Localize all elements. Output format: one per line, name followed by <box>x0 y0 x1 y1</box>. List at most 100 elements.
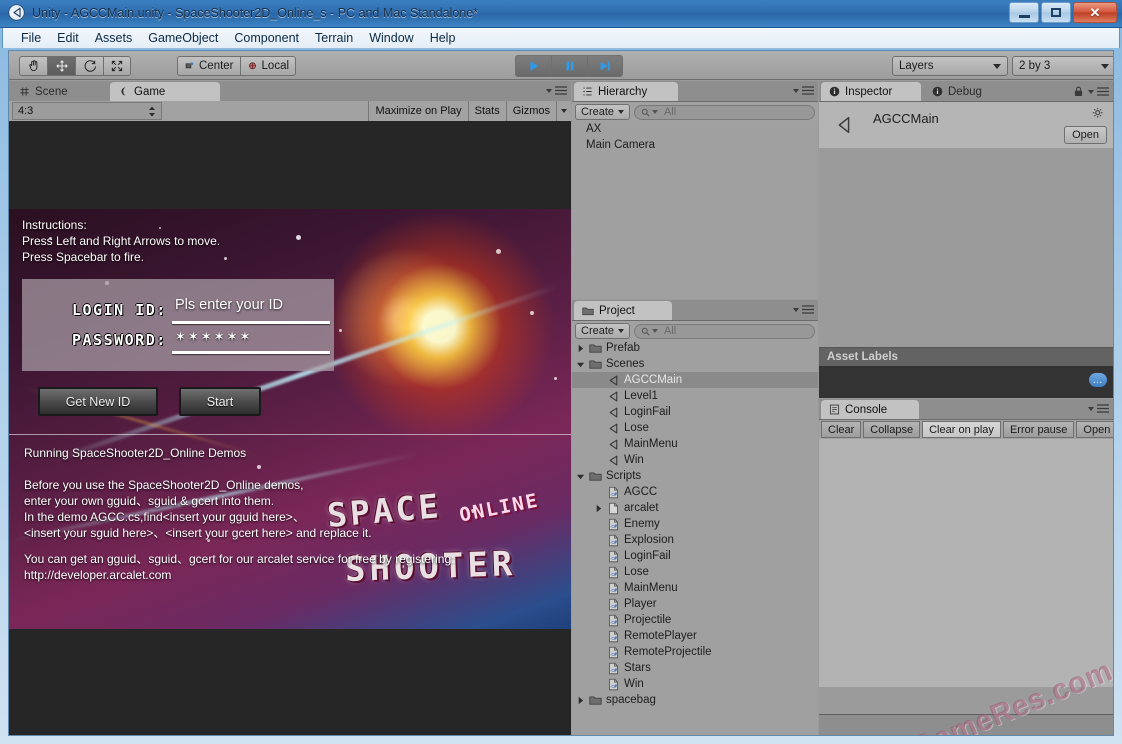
maximize-button[interactable] <box>1041 2 1071 23</box>
chevron-right-icon[interactable] <box>594 504 603 513</box>
gizmos-dropdown[interactable] <box>556 101 571 121</box>
play-button[interactable] <box>515 55 551 77</box>
step-button[interactable] <box>587 55 623 77</box>
space-mode-button[interactable]: Local <box>239 56 297 76</box>
tab-game[interactable]: Game <box>110 82 220 101</box>
game-view: 4:3 Maximize on Play Stats Gizmos Instru… <box>9 101 571 735</box>
chevron-right-icon[interactable] <box>576 344 585 353</box>
gizmos-button[interactable]: Gizmos <box>505 101 556 121</box>
project-tree-row[interactable]: c# RemotePlayer <box>572 628 818 644</box>
project-tree-row[interactable]: Scenes <box>572 356 818 372</box>
start-button[interactable]: Start <box>179 387 261 416</box>
password-input[interactable] <box>172 351 330 354</box>
tab-hierarchy[interactable]: Hierarchy <box>574 82 678 101</box>
asset-labels-more-button[interactable]: … <box>1089 373 1107 387</box>
unity-scene-icon <box>609 454 618 466</box>
project-tree[interactable]: Prefab Scenes AGCCMain Level1 LoginFail Lose M… <box>572 340 818 735</box>
hierarchy-item-ax[interactable]: AX <box>572 121 818 137</box>
menu-item-terrain[interactable]: Terrain <box>307 29 361 47</box>
minimize-button[interactable] <box>1009 2 1039 23</box>
aspect-ratio-dropdown[interactable]: 4:3 <box>12 102 162 120</box>
inspector-tab-options[interactable] <box>1074 86 1109 97</box>
layout-dropdown[interactable]: 2 by 3 <box>1012 56 1113 76</box>
rotate-tool-button[interactable] <box>75 56 103 76</box>
project-tree-row[interactable]: c# Player <box>572 596 818 612</box>
hand-tool-button[interactable] <box>19 56 47 76</box>
menu-item-gameobject[interactable]: GameObject <box>140 29 226 47</box>
menu-item-assets[interactable]: Assets <box>87 29 141 47</box>
project-tree-label: Enemy <box>624 518 660 530</box>
hierarchy-item-main-camera[interactable]: Main Camera <box>572 137 818 153</box>
console-clear-button[interactable]: Clear <box>821 421 862 438</box>
project-create-button[interactable]: Create <box>575 323 631 339</box>
project-tree-row[interactable]: Scripts <box>572 468 818 484</box>
hand-icon <box>28 60 37 72</box>
console-clear-on-play-button[interactable]: Clear on play <box>922 421 1001 438</box>
chevron-right-icon[interactable] <box>576 696 585 705</box>
project-tree-row[interactable]: Level1 <box>572 388 818 404</box>
project-tree-row[interactable]: c# LoginFail <box>572 548 818 564</box>
tab-project[interactable]: Project <box>574 301 672 320</box>
project-tree-row[interactable]: Prefab <box>572 340 818 356</box>
tab-scene[interactable]: Scene <box>11 82 107 101</box>
project-tree-row[interactable]: c# Win <box>572 676 818 692</box>
close-button[interactable]: ✕ <box>1073 2 1117 23</box>
hierarchy-create-button[interactable]: Create <box>575 104 631 120</box>
layout-label: 2 by 3 <box>1019 60 1051 72</box>
console-log-list[interactable] <box>819 439 1113 687</box>
project-tree-row[interactable]: c# MainMenu <box>572 580 818 596</box>
login-id-input[interactable] <box>172 321 330 324</box>
tab-debug[interactable]: Debug <box>924 82 1002 101</box>
project-tree-row[interactable]: MainMenu <box>572 436 818 452</box>
project-tree-row[interactable]: c# Explosion <box>572 532 818 548</box>
hierarchy-search-input[interactable]: All <box>634 104 815 120</box>
menu-item-window[interactable]: Window <box>361 29 421 47</box>
console-tab-options[interactable] <box>1088 404 1109 413</box>
project-tree-row[interactable]: Lose <box>572 420 818 436</box>
maximize-on-play-button[interactable]: Maximize on Play <box>368 101 467 121</box>
game-tab-options[interactable] <box>546 86 567 95</box>
project-tree-row[interactable]: spacebag <box>572 692 818 708</box>
menu-item-help[interactable]: Help <box>422 29 464 47</box>
project-tree-row[interactable]: c# Stars <box>572 660 818 676</box>
menu-item-edit[interactable]: Edit <box>49 29 87 47</box>
menu-item-component[interactable]: Component <box>226 29 307 47</box>
console-error-pause-button[interactable]: Error pause <box>1002 421 1075 438</box>
gear-icon[interactable] <box>1092 107 1105 120</box>
tab-console[interactable]: Console <box>821 400 919 419</box>
project-tree-row[interactable]: c# Lose <box>572 564 818 580</box>
menu-item-file[interactable]: File <box>13 29 49 47</box>
project-tree-row[interactable]: Win <box>572 452 818 468</box>
get-new-id-button[interactable]: Get New ID <box>38 387 158 416</box>
pivot-center-icon <box>185 61 194 68</box>
project-tree-row[interactable]: AGCCMain <box>572 372 818 388</box>
hierarchy-tab-options[interactable] <box>793 86 814 95</box>
tab-inspector[interactable]: Inspector <box>821 82 921 101</box>
stats-button[interactable]: Stats <box>467 101 506 121</box>
project-tab-options[interactable] <box>793 305 814 314</box>
project-tree-row[interactable]: c# Enemy <box>572 516 818 532</box>
console-open-editor-button[interactable]: Open Edi <box>1076 421 1113 438</box>
project-tree-row[interactable]: c# Projectile <box>572 612 818 628</box>
project-search-input[interactable]: All <box>634 323 815 339</box>
hierarchy-tree[interactable]: AX Main Camera <box>572 121 818 299</box>
move-tool-button[interactable] <box>47 56 75 76</box>
open-button[interactable]: Open <box>1064 126 1107 144</box>
password-value[interactable]: ✶✶✶✶✶✶ <box>175 329 252 345</box>
project-tree-row[interactable]: LoginFail <box>572 404 818 420</box>
chevron-down-icon[interactable] <box>576 360 585 369</box>
pivot-mode-button[interactable]: Center <box>177 56 240 76</box>
console-collapse-button[interactable]: Collapse <box>863 421 921 438</box>
login-id-value[interactable]: Pls enter your ID <box>175 297 283 313</box>
pause-button[interactable] <box>551 55 587 77</box>
layers-dropdown[interactable]: Layers <box>892 56 1008 76</box>
svg-text:c#: c# <box>611 683 617 689</box>
scale-tool-button[interactable] <box>103 56 131 76</box>
game-canvas[interactable]: Instructions: Press Left and Right Arrow… <box>9 121 571 735</box>
chevron-down-icon[interactable] <box>576 472 585 481</box>
project-tree-row[interactable]: c# RemoteProjectile <box>572 644 818 660</box>
project-tree-label: RemoteProjectile <box>624 646 712 658</box>
project-tree-row[interactable]: c# AGCC <box>572 484 818 500</box>
project-tree-row[interactable]: arcalet <box>572 500 818 516</box>
asset-labels-body[interactable]: … <box>819 366 1113 398</box>
